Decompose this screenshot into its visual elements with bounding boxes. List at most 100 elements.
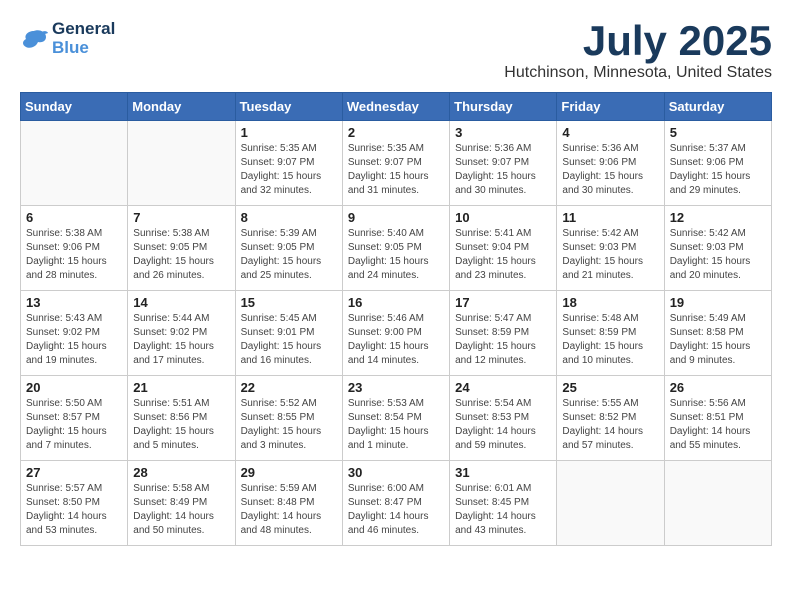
week-row-3: 13 Sunrise: 5:43 AMSunset: 9:02 PMDayligh… xyxy=(21,291,772,376)
logo-text: General Blue xyxy=(52,20,115,57)
day-info: Sunrise: 5:54 AMSunset: 8:53 PMDaylight:… xyxy=(455,397,551,453)
calendar-cell xyxy=(557,461,664,546)
day-number: 18 xyxy=(562,295,658,310)
day-info: Sunrise: 5:44 AMSunset: 9:02 PMDaylight:… xyxy=(133,312,229,368)
day-info: Sunrise: 6:01 AMSunset: 8:45 PMDaylight:… xyxy=(455,482,551,538)
calendar-cell xyxy=(664,461,771,546)
week-row-2: 6 Sunrise: 5:38 AMSunset: 9:06 PMDaylight… xyxy=(21,206,772,291)
weekday-header-row: SundayMondayTuesdayWednesdayThursdayFrid… xyxy=(21,93,772,121)
month-title: July 2025 xyxy=(504,20,772,62)
day-info: Sunrise: 5:59 AMSunset: 8:48 PMDaylight:… xyxy=(241,482,337,538)
day-number: 31 xyxy=(455,465,551,480)
location-title: Hutchinson, Minnesota, United States xyxy=(504,64,772,82)
day-number: 3 xyxy=(455,125,551,140)
day-info: Sunrise: 5:46 AMSunset: 9:00 PMDaylight:… xyxy=(348,312,444,368)
day-info: Sunrise: 5:37 AMSunset: 9:06 PMDaylight:… xyxy=(670,142,766,198)
weekday-header-wednesday: Wednesday xyxy=(342,93,449,121)
calendar-cell: 2 Sunrise: 5:35 AMSunset: 9:07 PMDaylight… xyxy=(342,121,449,206)
calendar-cell: 3Sunrise: 5:36 AMSunset: 9:07 PMDaylight… xyxy=(450,121,557,206)
day-number: 2 xyxy=(348,125,444,140)
calendar-cell: 12Sunrise: 5:42 AMSunset: 9:03 PMDayligh… xyxy=(664,206,771,291)
calendar-cell: 5Sunrise: 5:37 AMSunset: 9:06 PMDaylight… xyxy=(664,121,771,206)
day-number: 9 xyxy=(348,210,444,225)
day-info: Sunrise: 5:39 AMSunset: 9:05 PMDaylight:… xyxy=(241,227,337,283)
calendar-cell: 25 Sunrise: 5:55 AMSunset: 8:52 PMDayligh… xyxy=(557,376,664,461)
calendar-cell: 26Sunrise: 5:56 AMSunset: 8:51 PMDayligh… xyxy=(664,376,771,461)
day-info: Sunrise: 5:47 AMSunset: 8:59 PMDaylight:… xyxy=(455,312,551,368)
day-number: 11 xyxy=(562,210,658,225)
day-info: Sunrise: 5:49 AMSunset: 8:58 PMDaylight:… xyxy=(670,312,766,368)
day-number: 30 xyxy=(348,465,444,480)
day-number: 15 xyxy=(241,295,337,310)
title-area: July 2025 Hutchinson, Minnesota, United … xyxy=(504,20,772,82)
day-info: Sunrise: 5:55 AMSunset: 8:52 PMDaylight:… xyxy=(562,397,658,453)
day-number: 20 xyxy=(26,380,122,395)
calendar-cell: 19Sunrise: 5:49 AMSunset: 8:58 PMDayligh… xyxy=(664,291,771,376)
calendar-cell: 31 Sunrise: 6:01 AMSunset: 8:45 PMDayligh… xyxy=(450,461,557,546)
day-number: 12 xyxy=(670,210,766,225)
day-info: Sunrise: 5:50 AMSunset: 8:57 PMDaylight:… xyxy=(26,397,122,453)
weekday-header-saturday: Saturday xyxy=(664,93,771,121)
calendar-cell: 30Sunrise: 6:00 AMSunset: 8:47 PMDayligh… xyxy=(342,461,449,546)
calendar-cell: 10 Sunrise: 5:41 AMSunset: 9:04 PMDayligh… xyxy=(450,206,557,291)
weekday-header-friday: Friday xyxy=(557,93,664,121)
calendar-cell: 6 Sunrise: 5:38 AMSunset: 9:06 PMDaylight… xyxy=(21,206,128,291)
calendar-cell: 24 Sunrise: 5:54 AMSunset: 8:53 PMDayligh… xyxy=(450,376,557,461)
day-number: 8 xyxy=(241,210,337,225)
day-number: 1 xyxy=(241,125,337,140)
logo-icon xyxy=(20,27,48,51)
calendar-cell: 8 Sunrise: 5:39 AMSunset: 9:05 PMDaylight… xyxy=(235,206,342,291)
day-info: Sunrise: 5:41 AMSunset: 9:04 PMDaylight:… xyxy=(455,227,551,283)
calendar-cell: 29 Sunrise: 5:59 AMSunset: 8:48 PMDayligh… xyxy=(235,461,342,546)
header: General Blue July 2025 Hutchinson, Minne… xyxy=(20,20,772,82)
day-info: Sunrise: 5:38 AMSunset: 9:06 PMDaylight:… xyxy=(26,227,122,283)
calendar-cell: 18 Sunrise: 5:48 AMSunset: 8:59 PMDayligh… xyxy=(557,291,664,376)
calendar-cell: 28Sunrise: 5:58 AMSunset: 8:49 PMDayligh… xyxy=(128,461,235,546)
weekday-header-sunday: Sunday xyxy=(21,93,128,121)
calendar-cell: 15 Sunrise: 5:45 AMSunset: 9:01 PMDayligh… xyxy=(235,291,342,376)
calendar-cell: 7Sunrise: 5:38 AMSunset: 9:05 PMDaylight… xyxy=(128,206,235,291)
calendar: SundayMondayTuesdayWednesdayThursdayFrid… xyxy=(20,92,772,546)
day-info: Sunrise: 5:45 AMSunset: 9:01 PMDaylight:… xyxy=(241,312,337,368)
day-info: Sunrise: 5:38 AMSunset: 9:05 PMDaylight:… xyxy=(133,227,229,283)
logo: General Blue xyxy=(20,20,115,57)
calendar-cell: 21Sunrise: 5:51 AMSunset: 8:56 PMDayligh… xyxy=(128,376,235,461)
weekday-header-monday: Monday xyxy=(128,93,235,121)
day-number: 10 xyxy=(455,210,551,225)
calendar-cell: 13 Sunrise: 5:43 AMSunset: 9:02 PMDayligh… xyxy=(21,291,128,376)
day-number: 24 xyxy=(455,380,551,395)
calendar-cell: 17 Sunrise: 5:47 AMSunset: 8:59 PMDayligh… xyxy=(450,291,557,376)
week-row-5: 27 Sunrise: 5:57 AMSunset: 8:50 PMDayligh… xyxy=(21,461,772,546)
week-row-1: 1 Sunrise: 5:35 AMSunset: 9:07 PMDaylight… xyxy=(21,121,772,206)
calendar-cell: 1 Sunrise: 5:35 AMSunset: 9:07 PMDaylight… xyxy=(235,121,342,206)
day-info: Sunrise: 5:35 AMSunset: 9:07 PMDaylight:… xyxy=(348,142,444,198)
day-number: 6 xyxy=(26,210,122,225)
calendar-cell: 16Sunrise: 5:46 AMSunset: 9:00 PMDayligh… xyxy=(342,291,449,376)
day-number: 23 xyxy=(348,380,444,395)
day-info: Sunrise: 5:57 AMSunset: 8:50 PMDaylight:… xyxy=(26,482,122,538)
calendar-cell: 14 Sunrise: 5:44 AMSunset: 9:02 PMDayligh… xyxy=(128,291,235,376)
calendar-cell: 27 Sunrise: 5:57 AMSunset: 8:50 PMDayligh… xyxy=(21,461,128,546)
day-number: 14 xyxy=(133,295,229,310)
week-row-4: 20 Sunrise: 5:50 AMSunset: 8:57 PMDayligh… xyxy=(21,376,772,461)
day-number: 22 xyxy=(241,380,337,395)
day-number: 17 xyxy=(455,295,551,310)
day-info: Sunrise: 5:36 AMSunset: 9:06 PMDaylight:… xyxy=(562,142,658,198)
day-number: 29 xyxy=(241,465,337,480)
weekday-header-thursday: Thursday xyxy=(450,93,557,121)
day-number: 27 xyxy=(26,465,122,480)
day-info: Sunrise: 5:35 AMSunset: 9:07 PMDaylight:… xyxy=(241,142,337,198)
day-info: Sunrise: 5:43 AMSunset: 9:02 PMDaylight:… xyxy=(26,312,122,368)
day-number: 21 xyxy=(133,380,229,395)
day-number: 13 xyxy=(26,295,122,310)
day-info: Sunrise: 5:58 AMSunset: 8:49 PMDaylight:… xyxy=(133,482,229,538)
day-info: Sunrise: 5:48 AMSunset: 8:59 PMDaylight:… xyxy=(562,312,658,368)
day-number: 26 xyxy=(670,380,766,395)
day-info: Sunrise: 5:42 AMSunset: 9:03 PMDaylight:… xyxy=(562,227,658,283)
day-number: 25 xyxy=(562,380,658,395)
calendar-cell: 11 Sunrise: 5:42 AMSunset: 9:03 PMDayligh… xyxy=(557,206,664,291)
calendar-cell: 4Sunrise: 5:36 AMSunset: 9:06 PMDaylight… xyxy=(557,121,664,206)
day-info: Sunrise: 5:52 AMSunset: 8:55 PMDaylight:… xyxy=(241,397,337,453)
calendar-cell: 9Sunrise: 5:40 AMSunset: 9:05 PMDaylight… xyxy=(342,206,449,291)
weekday-header-tuesday: Tuesday xyxy=(235,93,342,121)
